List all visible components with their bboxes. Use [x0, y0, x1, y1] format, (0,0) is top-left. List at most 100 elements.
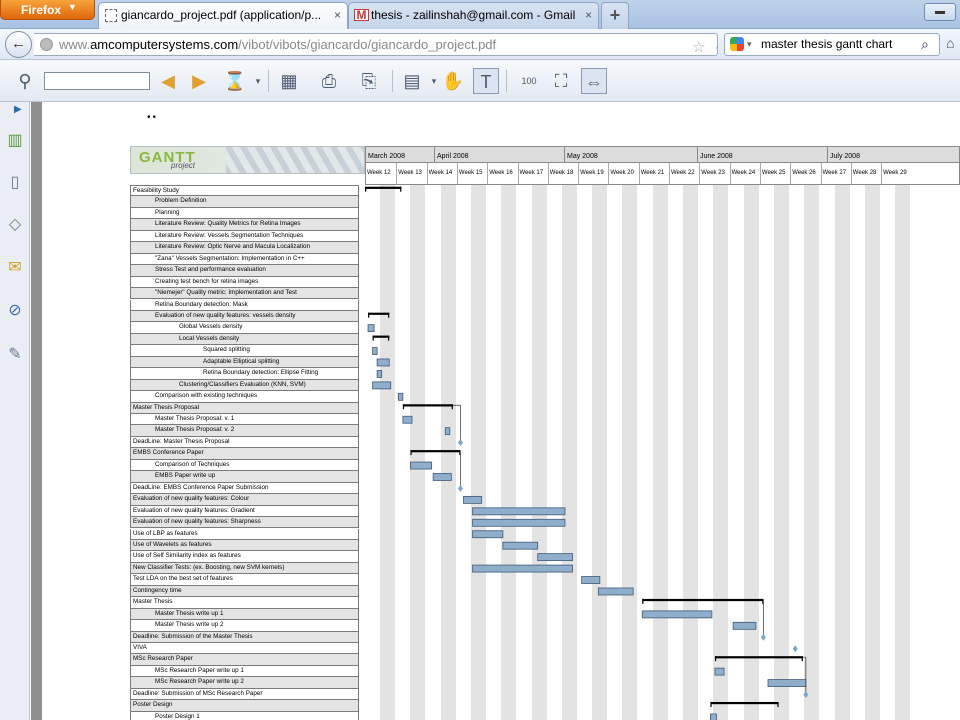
find-input[interactable]	[44, 72, 150, 90]
window-list-button[interactable]: ▬	[924, 3, 956, 21]
gantt-chart	[365, 185, 960, 720]
task-row: Master Thesis	[130, 597, 359, 609]
task-bar	[367, 324, 375, 333]
find-previous-icon[interactable]: ◀	[155, 68, 181, 94]
binoculars-icon[interactable]: ⚲	[12, 68, 38, 94]
task-row: Literature Review: Quality Metrics for R…	[130, 219, 359, 231]
month-label: April 2008	[434, 147, 564, 164]
task-bar	[372, 347, 378, 355]
task-row: Deadline: Submission of MSc Research Pap…	[130, 688, 359, 701]
week-label: Week 18	[547, 163, 578, 184]
task-row: Stress Test and performance evaluation	[130, 265, 359, 277]
search-input[interactable]: ▾ master thesis gantt chart ⌕	[724, 33, 940, 56]
hand-tool-icon[interactable]: ✋	[440, 68, 466, 94]
task-row: VIVA	[130, 643, 359, 655]
summary-bar	[402, 404, 453, 407]
task-row: Use of Wavelets as features	[130, 539, 359, 552]
task-bar	[714, 667, 725, 676]
tab-title: thesis - zailinshah@gmail.com - Gmail	[371, 8, 576, 22]
month-label: March 2008	[368, 153, 405, 160]
url-prefix: www.	[59, 37, 91, 52]
milestone-diamond	[457, 484, 463, 492]
milestone-diamond	[457, 439, 463, 447]
page-icon	[105, 9, 117, 22]
task-row: Master Thesis Proposal: v. 2	[130, 425, 359, 437]
week-label: Week 19	[578, 163, 608, 184]
signature-icon[interactable]: ✎	[4, 344, 26, 368]
week-label: Week 12	[367, 170, 391, 176]
home-icon[interactable]: ⌂	[946, 36, 960, 51]
fit-page-icon[interactable]: ⛶	[548, 68, 574, 94]
task-row: Retina Boundary detection: Mask	[130, 299, 359, 311]
task-row: Creating test bench for retina images	[130, 276, 359, 289]
task-bar	[410, 461, 433, 470]
text-select-icon[interactable]: T	[473, 68, 499, 94]
tab-gmail[interactable]: M thesis - zailinshah@gmail.com - Gmail …	[348, 2, 599, 29]
week-label: Week 16	[487, 163, 517, 184]
milestone-diamond	[803, 691, 809, 699]
pages-panel-icon[interactable]: ▥	[4, 130, 26, 154]
back-arrow-icon[interactable]: ←	[5, 31, 32, 58]
task-bar	[641, 610, 713, 619]
task-row: "Niemejer" Quality metric: Implementatio…	[130, 288, 359, 300]
task-bar	[472, 518, 566, 527]
task-bar	[376, 370, 383, 378]
actual-size-icon[interactable]: 100	[516, 68, 542, 94]
toolbar-separator	[392, 70, 393, 92]
close-tab-icon[interactable]: ×	[334, 8, 341, 22]
find-next-icon[interactable]: ▶	[186, 68, 212, 94]
task-row: Clustering/Classifiers Evaluation (KNN, …	[130, 379, 359, 392]
task-bar	[767, 679, 807, 687]
task-row: Master Thesis Proposal: v. 1	[130, 414, 359, 426]
task-row: Planning	[130, 207, 359, 220]
save-icon[interactable]: ▦	[276, 68, 302, 94]
task-row: Master Thesis Proposal	[130, 402, 359, 414]
dependency-line	[452, 404, 461, 440]
week-label: Week 14	[426, 163, 457, 184]
url-bar[interactable]: www.amcomputersystems.com/vibot/vibots/g…	[34, 33, 718, 56]
summary-bar-start-tick	[365, 186, 367, 192]
globe-icon	[40, 38, 53, 51]
tag-icon[interactable]: ◇	[4, 214, 26, 238]
tab-pdf[interactable]: giancardo_project.pdf (application/p... …	[98, 2, 348, 29]
bookmark-star-icon[interactable]: ☆	[692, 37, 705, 55]
pdf-toolbar: ⚲ ◀ ▶ ⌛ ▾ ▦ ⎙ ⎘ ▤ ▾ ✋ T 100 ⛶ ⇔	[0, 60, 960, 102]
month-label: May 2008	[564, 147, 697, 164]
fit-width-icon[interactable]: ⇔	[581, 68, 607, 94]
week-label: Week 24	[729, 163, 760, 184]
navigation-bar: ← www.amcomputersystems.com/vibot/vibots…	[0, 29, 960, 60]
summary-bar	[365, 186, 402, 189]
summary-bar-start-tick	[368, 312, 370, 318]
chevron-down-icon[interactable]: ▾	[747, 34, 752, 55]
summary-bar-start-tick	[710, 701, 712, 707]
firefox-menu-button[interactable]: Firefox ▼	[0, 0, 95, 20]
task-row: Use of LBP as features	[130, 528, 359, 540]
new-tab-button[interactable]: +	[601, 2, 629, 29]
chevron-down-icon[interactable]: ▼	[714, 40, 717, 55]
task-row: Global Vessels density	[130, 322, 359, 334]
page-setup-icon[interactable]: ⎘	[356, 68, 382, 94]
summary-bar	[714, 656, 803, 659]
week-label: Week 26	[790, 163, 820, 184]
comments-icon[interactable]: ✉	[4, 257, 26, 281]
expand-sidebar-icon[interactable]: ▶	[14, 104, 22, 115]
search-icon[interactable]: ⌕	[921, 34, 929, 55]
task-bar	[402, 415, 413, 424]
search-text: master thesis gantt chart	[761, 37, 893, 51]
summary-bar-end-tick	[400, 186, 402, 192]
toolbar-separator	[268, 70, 269, 92]
tab-bar: Firefox ▼ giancardo_project.pdf (applicat…	[0, 0, 960, 29]
week-header: Week 12 Week 13 Week 14 Week 15 Week 16 Week …	[365, 163, 960, 185]
attachments-icon[interactable]: ⊘	[4, 300, 26, 324]
summary-bar-end-tick	[388, 335, 390, 341]
summary-bar	[368, 312, 390, 315]
summary-bar-start-tick	[372, 335, 374, 341]
task-bar	[472, 530, 504, 539]
summary-bar-end-tick	[801, 656, 803, 662]
pdf-sidebar: ▶ ▥ ▯ ◇ ✉ ⊘ ✎	[0, 102, 30, 720]
print-icon[interactable]: ⎙	[316, 68, 342, 94]
close-tab-icon[interactable]: ×	[585, 8, 592, 22]
summary-bar	[710, 701, 779, 705]
task-row: Evaluation of new quality features: Colo…	[130, 494, 359, 506]
bookmarks-icon[interactable]: ▯	[4, 172, 26, 196]
